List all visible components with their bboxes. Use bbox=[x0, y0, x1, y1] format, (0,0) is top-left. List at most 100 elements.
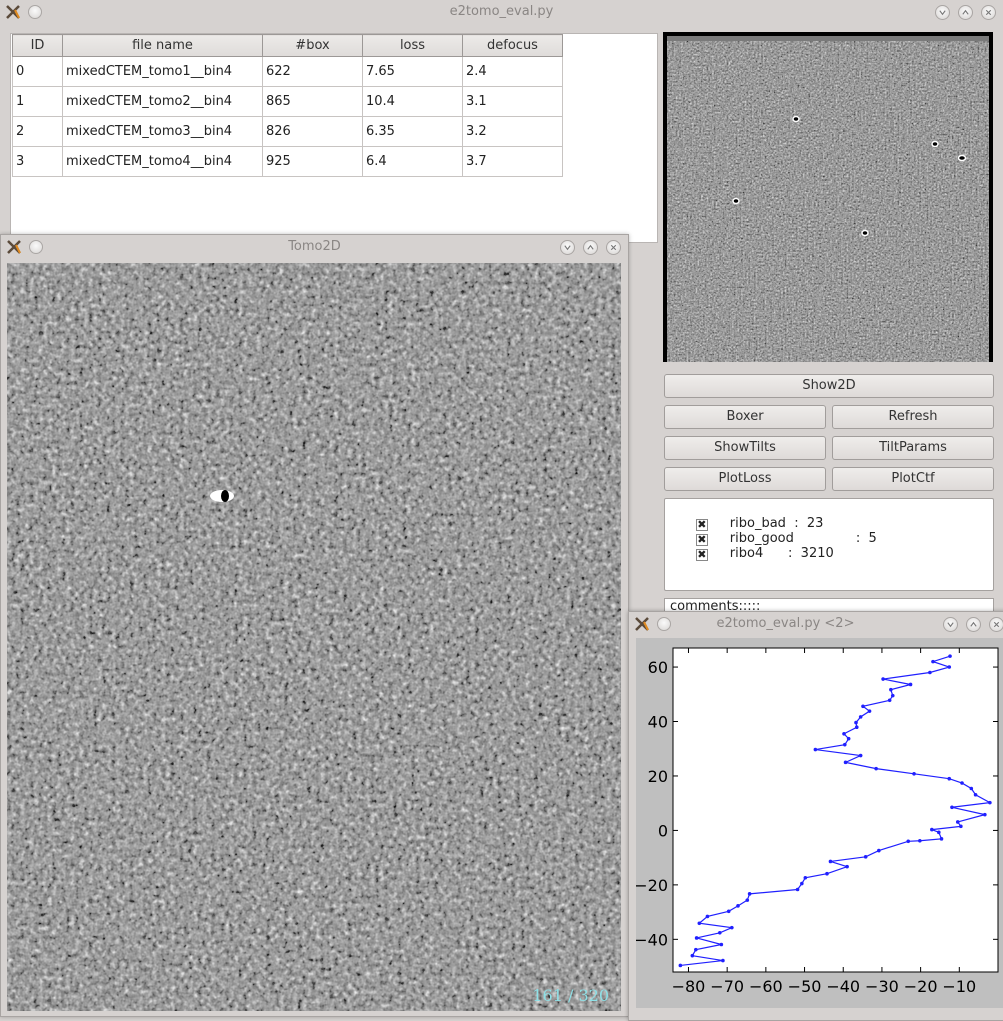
data-point bbox=[678, 963, 683, 968]
sticky-button[interactable] bbox=[28, 5, 42, 19]
showtilts-button[interactable]: ShowTilts bbox=[664, 436, 826, 460]
column-header-file-name[interactable]: file name bbox=[62, 34, 263, 57]
x-tick-label: −50 bbox=[788, 977, 822, 996]
maximize-button[interactable] bbox=[958, 5, 973, 20]
tomogram-thumbnail-render bbox=[667, 41, 989, 362]
x-tick-label: −70 bbox=[710, 977, 744, 996]
x-tick-label: −30 bbox=[865, 977, 899, 996]
data-point bbox=[690, 953, 695, 958]
data-point bbox=[939, 837, 944, 841]
tilt-chart: −80 −70 −60 −50 −40 −30 −20 −10 −40−200204060 bbox=[634, 647, 999, 996]
tomo2d-titlebar[interactable]: Tomo2D bbox=[1, 235, 628, 259]
data-point bbox=[800, 881, 804, 886]
column-header-id[interactable]: ID bbox=[12, 34, 63, 57]
data-point bbox=[906, 839, 911, 844]
table-header-row: ID file name #box loss defocus bbox=[12, 34, 563, 57]
box-type-list[interactable]: ✖ ribo_bad : 23 ✖ ribo_good : 5 ✖ ribo4 : 3… bbox=[664, 498, 994, 591]
data-point bbox=[947, 665, 952, 669]
cell-defocus[interactable]: 3.7 bbox=[462, 146, 563, 177]
box-type-item-ribo-bad[interactable]: ✖ ribo_bad : 23 bbox=[671, 501, 823, 531]
cell-id[interactable]: 3 bbox=[12, 146, 63, 177]
data-point bbox=[736, 904, 740, 908]
data-point bbox=[747, 892, 752, 896]
refresh-button[interactable]: Refresh bbox=[832, 405, 994, 429]
cell-id[interactable]: 0 bbox=[12, 56, 63, 87]
tomogram-thumbnail[interactable] bbox=[663, 32, 993, 362]
data-point bbox=[931, 659, 935, 664]
data-point bbox=[858, 715, 863, 719]
cell-file-name[interactable]: mixedCTEM_tomo2__bin4 bbox=[62, 86, 263, 117]
cell-id[interactable]: 2 bbox=[12, 116, 63, 147]
data-point bbox=[969, 786, 974, 791]
data-point bbox=[930, 827, 934, 832]
data-point bbox=[889, 687, 893, 692]
chevron-down-icon bbox=[947, 622, 954, 628]
table-row[interactable]: 1 mixedCTEM_tomo2__bin4 865 10.4 3.1 bbox=[12, 86, 563, 117]
data-point bbox=[948, 654, 952, 658]
sticky-button[interactable] bbox=[657, 617, 671, 631]
tomogram-slice-view[interactable]: 161 / 320 bbox=[7, 263, 621, 1011]
cell-file-name[interactable]: mixedCTEM_tomo1__bin4 bbox=[62, 56, 263, 87]
maximize-button[interactable] bbox=[966, 617, 981, 632]
fiducial-marker bbox=[210, 490, 234, 502]
y-tick-label: −20 bbox=[636, 876, 668, 895]
minimize-button[interactable] bbox=[943, 617, 958, 632]
data-point bbox=[745, 898, 750, 902]
cell-id[interactable]: 1 bbox=[12, 86, 63, 117]
cell-loss[interactable]: 6.35 bbox=[362, 116, 463, 147]
plot-canvas[interactable]: −80 −70 −60 −50 −40 −30 −20 −10 −40 −20 0 20 40 60 bbox=[634, 638, 1003, 1008]
table-row[interactable]: 2 mixedCTEM_tomo3__bin4 826 6.35 3.2 bbox=[12, 116, 563, 147]
app-x-icon bbox=[7, 240, 21, 254]
close-button[interactable] bbox=[981, 5, 996, 20]
main-titlebar[interactable]: e2tomo_eval.py bbox=[0, 0, 1003, 24]
cell-file-name[interactable]: mixedCTEM_tomo3__bin4 bbox=[62, 116, 263, 147]
data-point bbox=[846, 736, 851, 741]
column-header-defocus[interactable]: defocus bbox=[462, 34, 563, 57]
data-point bbox=[959, 824, 963, 829]
box-type-item-ribo-good[interactable]: ✖ ribo_good : 5 bbox=[671, 516, 877, 546]
close-button[interactable] bbox=[606, 240, 621, 255]
cell-defocus[interactable]: 3.2 bbox=[462, 116, 563, 147]
cell-loss[interactable]: 10.4 bbox=[362, 86, 463, 117]
column-header-box[interactable]: #box bbox=[262, 34, 363, 57]
plot-titlebar[interactable]: e2tomo_eval.py <2> bbox=[629, 612, 1003, 636]
cell-box[interactable]: 865 bbox=[262, 86, 363, 117]
maximize-button[interactable] bbox=[583, 240, 598, 255]
data-point bbox=[845, 864, 849, 869]
cell-file-name[interactable]: mixedCTEM_tomo4__bin4 bbox=[62, 146, 263, 177]
data-point bbox=[874, 766, 878, 771]
cell-box[interactable]: 622 bbox=[262, 56, 363, 87]
y-tick-label: −40 bbox=[636, 930, 668, 949]
cell-defocus[interactable]: 2.4 bbox=[462, 56, 563, 87]
cell-loss[interactable]: 6.4 bbox=[362, 146, 463, 177]
close-button[interactable] bbox=[989, 617, 1003, 632]
data-point bbox=[843, 760, 848, 765]
table-row[interactable]: 0 mixedCTEM_tomo1__bin4 622 7.65 2.4 bbox=[12, 56, 563, 87]
app-x-icon bbox=[6, 5, 20, 19]
tomogram-table[interactable]: ID file name #box loss defocus 0 mixedCT… bbox=[10, 33, 658, 243]
column-header-loss[interactable]: loss bbox=[362, 34, 463, 57]
tiltparams-button[interactable]: TiltParams bbox=[832, 436, 994, 460]
checkbox[interactable]: ✖ bbox=[695, 549, 708, 561]
cell-loss[interactable]: 7.65 bbox=[362, 56, 463, 87]
cell-box[interactable]: 826 bbox=[262, 116, 363, 147]
show2d-button[interactable]: Show2D bbox=[664, 374, 994, 398]
data-point bbox=[705, 914, 710, 919]
data-point bbox=[697, 921, 702, 926]
data-point bbox=[726, 909, 731, 914]
box-type-item-ribo4[interactable]: ✖ ribo4 : 3210 bbox=[671, 531, 834, 561]
boxer-button[interactable]: Boxer bbox=[664, 405, 826, 429]
plotloss-button[interactable]: PlotLoss bbox=[664, 467, 826, 491]
chevron-up-icon bbox=[970, 621, 977, 627]
cell-defocus[interactable]: 3.1 bbox=[462, 86, 563, 117]
data-point bbox=[928, 670, 932, 675]
cell-box[interactable]: 925 bbox=[262, 146, 363, 177]
plotctf-button[interactable]: PlotCtf bbox=[832, 467, 994, 491]
table-row[interactable]: 3 mixedCTEM_tomo4__bin4 925 6.4 3.7 bbox=[12, 146, 563, 177]
minimize-button[interactable] bbox=[935, 5, 950, 20]
minimize-button[interactable] bbox=[560, 240, 575, 255]
sticky-button[interactable] bbox=[29, 240, 43, 254]
window-title: e2tomo_eval.py bbox=[449, 4, 554, 19]
data-point bbox=[730, 925, 734, 930]
y-tick-label: 40 bbox=[648, 713, 668, 732]
